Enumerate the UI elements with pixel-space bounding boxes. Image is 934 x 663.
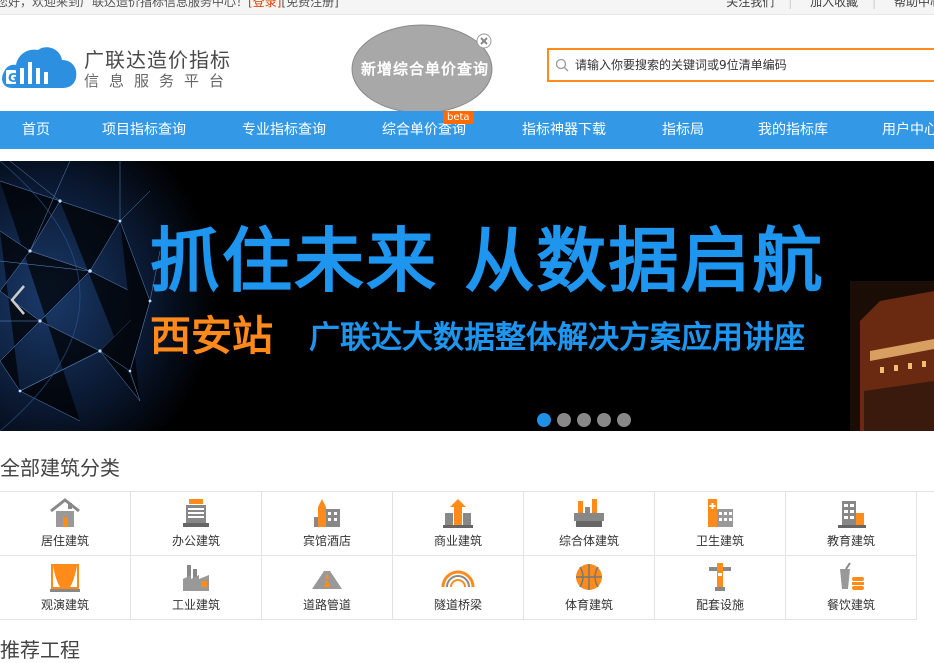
nav-project-index[interactable]: 项目指标查询 bbox=[102, 111, 186, 149]
banner-subtitle: 广联达大数据整体解决方案应用讲座 bbox=[309, 320, 805, 356]
recommend-title: 推荐工程 bbox=[0, 638, 80, 662]
category-label: 商业建筑 bbox=[433, 534, 482, 548]
promo-bubble-text[interactable]: 新增综合单价查询 bbox=[358, 58, 492, 79]
category-industrial[interactable]: 工业建筑 bbox=[131, 556, 262, 620]
category-label: 配套设施 bbox=[695, 598, 744, 612]
school-icon bbox=[838, 501, 866, 528]
category-complex[interactable]: 综合体建筑 bbox=[524, 492, 655, 556]
category-label: 综合体建筑 bbox=[558, 534, 619, 548]
category-facility[interactable]: 配套设施 bbox=[655, 556, 786, 620]
nav-tool-download[interactable]: 指标神器下载 bbox=[522, 111, 606, 149]
carousel-dot[interactable] bbox=[537, 413, 551, 427]
hospital-icon bbox=[708, 499, 733, 527]
category-health[interactable]: 卫生建筑 bbox=[655, 492, 786, 556]
login-link[interactable]: [登录] bbox=[248, 0, 281, 9]
category-label: 教育建筑 bbox=[826, 534, 875, 548]
category-label: 道路管道 bbox=[302, 598, 351, 612]
theater-icon bbox=[50, 564, 80, 592]
house-icon bbox=[50, 498, 80, 527]
category-label: 餐饮建筑 bbox=[826, 598, 875, 612]
category-label: 工业建筑 bbox=[171, 598, 220, 612]
category-sports[interactable]: 体育建筑 bbox=[524, 556, 655, 620]
beta-badge: beta bbox=[443, 111, 474, 124]
category-label: 隧道桥梁 bbox=[433, 598, 482, 612]
welcome-line: 您好，欢迎来到广联达造价指标信息服务中心！[登录][免费注册] bbox=[0, 0, 339, 8]
nav-user-center[interactable]: 用户中心 bbox=[882, 111, 934, 149]
add-favorite-link[interactable]: 加入收藏 bbox=[810, 0, 858, 9]
category-grid: 居住建筑 办公建筑 宾馆酒店 商业建筑 综合体建筑 卫生建筑 教育建筑 观演建筑… bbox=[0, 491, 934, 620]
complex-building-icon bbox=[574, 499, 604, 527]
top-bar: 您好，欢迎来到广联达造价指标信息服务中心！[登录][免费注册] 关注我们 | 加入… bbox=[0, 0, 934, 15]
follow-us-link[interactable]: 关注我们 bbox=[726, 0, 774, 9]
category-label: 宾馆酒店 bbox=[302, 534, 351, 548]
road-icon bbox=[312, 571, 342, 589]
search-icon bbox=[555, 58, 569, 72]
register-link[interactable]: [免费注册] bbox=[281, 0, 338, 9]
carousel-dot[interactable] bbox=[597, 413, 611, 427]
building-photo bbox=[850, 281, 934, 431]
nav-my-library[interactable]: 我的指标库 bbox=[758, 111, 828, 149]
brand-title: 广联达造价指标 bbox=[84, 48, 231, 72]
bridge-icon bbox=[441, 570, 475, 588]
category-restaurant[interactable]: 餐饮建筑 bbox=[786, 556, 917, 620]
brand-subtitle: 信息服务平台 bbox=[84, 72, 235, 90]
carousel-dot[interactable] bbox=[577, 413, 591, 427]
category-bridge[interactable]: 隧道桥梁 bbox=[393, 556, 524, 620]
cloud-chart-logo-icon[interactable]: G bbox=[0, 34, 80, 92]
commercial-building-icon bbox=[443, 499, 473, 528]
category-commercial[interactable]: 商业建筑 bbox=[393, 492, 524, 556]
nav-professional-index[interactable]: 专业指标查询 bbox=[242, 111, 326, 149]
top-right-links: 关注我们 | 加入收藏 | 帮助中心 bbox=[712, 0, 934, 8]
search-box[interactable] bbox=[547, 48, 934, 82]
category-title: 全部建筑分类 bbox=[0, 456, 120, 480]
welcome-text: 您好，欢迎来到广联达造价指标信息服务中心！ bbox=[0, 0, 249, 9]
divider: | bbox=[872, 0, 877, 9]
basketball-icon bbox=[576, 564, 602, 590]
category-office[interactable]: 办公建筑 bbox=[131, 492, 262, 556]
category-label: 办公建筑 bbox=[171, 534, 220, 548]
category-road[interactable]: 道路管道 bbox=[262, 556, 393, 620]
category-education[interactable]: 教育建筑 bbox=[786, 492, 917, 556]
restaurant-icon bbox=[840, 562, 864, 590]
svg-text:G: G bbox=[8, 71, 18, 85]
category-label: 体育建筑 bbox=[564, 598, 613, 612]
category-theater[interactable]: 观演建筑 bbox=[0, 556, 131, 620]
category-label: 居住建筑 bbox=[40, 534, 89, 548]
factory-icon bbox=[183, 565, 209, 591]
chevron-left-icon[interactable] bbox=[6, 282, 30, 318]
carousel-dot[interactable] bbox=[617, 413, 631, 427]
nav-home[interactable]: 首页 bbox=[22, 111, 50, 149]
divider: | bbox=[788, 0, 793, 9]
facility-icon bbox=[709, 563, 731, 591]
category-residential[interactable]: 居住建筑 bbox=[0, 492, 131, 556]
help-center-link[interactable]: 帮助中心 bbox=[894, 0, 934, 9]
nav-index-bureau[interactable]: 指标局 bbox=[662, 111, 704, 149]
close-icon[interactable] bbox=[476, 33, 492, 49]
carousel-dot[interactable] bbox=[557, 413, 571, 427]
search-input[interactable] bbox=[575, 54, 934, 76]
category-label: 卫生建筑 bbox=[695, 534, 744, 548]
office-building-icon bbox=[183, 499, 209, 527]
category-hotel[interactable]: 宾馆酒店 bbox=[262, 492, 393, 556]
hotel-icon bbox=[314, 499, 340, 527]
banner-title: 抓住未来 从数据启航 bbox=[150, 220, 825, 302]
category-label: 观演建筑 bbox=[40, 598, 89, 612]
banner-city: 西安站 bbox=[150, 312, 273, 360]
